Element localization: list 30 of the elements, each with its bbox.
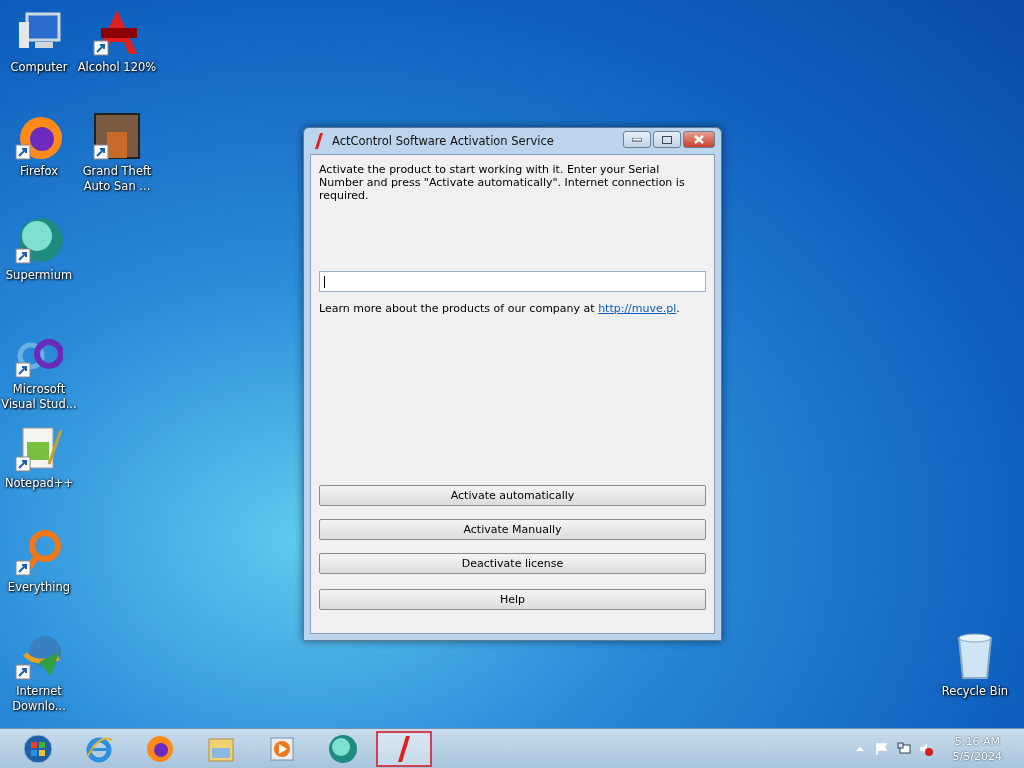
clock-date: 5/5/2024 <box>952 749 1002 763</box>
window-title: ActControl Software Activation Service <box>332 134 555 148</box>
dialog-button[interactable]: Activate Manually <box>319 519 706 540</box>
minimize-icon <box>632 137 642 142</box>
desktop-icon-label[interactable]: Everything <box>7 580 71 595</box>
clock-time: 5:16 AM <box>954 734 1000 748</box>
desktop-icon-label[interactable]: Notepad++ <box>4 476 74 491</box>
serial-number-field[interactable] <box>319 271 706 292</box>
start-icon <box>23 733 53 764</box>
desktop-icon-label[interactable]: Computer <box>10 60 68 75</box>
dialog-button[interactable]: Activate automatically <box>319 485 706 506</box>
desktop-icon-label[interactable]: Microsoft Visual Stud... <box>0 382 81 412</box>
info-text: Learn more about the products of our company at http://muve.pl. <box>319 302 681 315</box>
slash-app-icon <box>314 133 324 149</box>
desktop-icon-label[interactable]: Grand Theft Auto San ... <box>75 164 159 194</box>
desktop-icon-label[interactable]: Supermium <box>5 268 73 283</box>
muted-speaker-icon[interactable] <box>918 741 933 756</box>
network-icon[interactable] <box>896 741 911 756</box>
desktop-icon-label[interactable]: Internet Downlo... <box>0 684 81 714</box>
desktop-icon-label[interactable]: Firefox <box>19 164 59 179</box>
close-icon <box>694 135 704 144</box>
dialog-button[interactable]: Deactivate license <box>319 553 706 574</box>
instruction-text: Activate the product to start working with it. Enter your Serial Number and press "Activate automatically". Internet connection is required. <box>319 163 686 202</box>
close-button[interactable] <box>683 131 715 148</box>
maximize-icon <box>662 135 672 144</box>
desktop-icon-label[interactable]: Recycle Bin <box>941 684 1009 699</box>
dialog-button[interactable]: Help <box>319 589 706 610</box>
minimize-button[interactable] <box>623 131 651 148</box>
maximize-button[interactable] <box>653 131 681 148</box>
desktop-icon-label[interactable]: Alcohol 120% <box>77 60 157 75</box>
